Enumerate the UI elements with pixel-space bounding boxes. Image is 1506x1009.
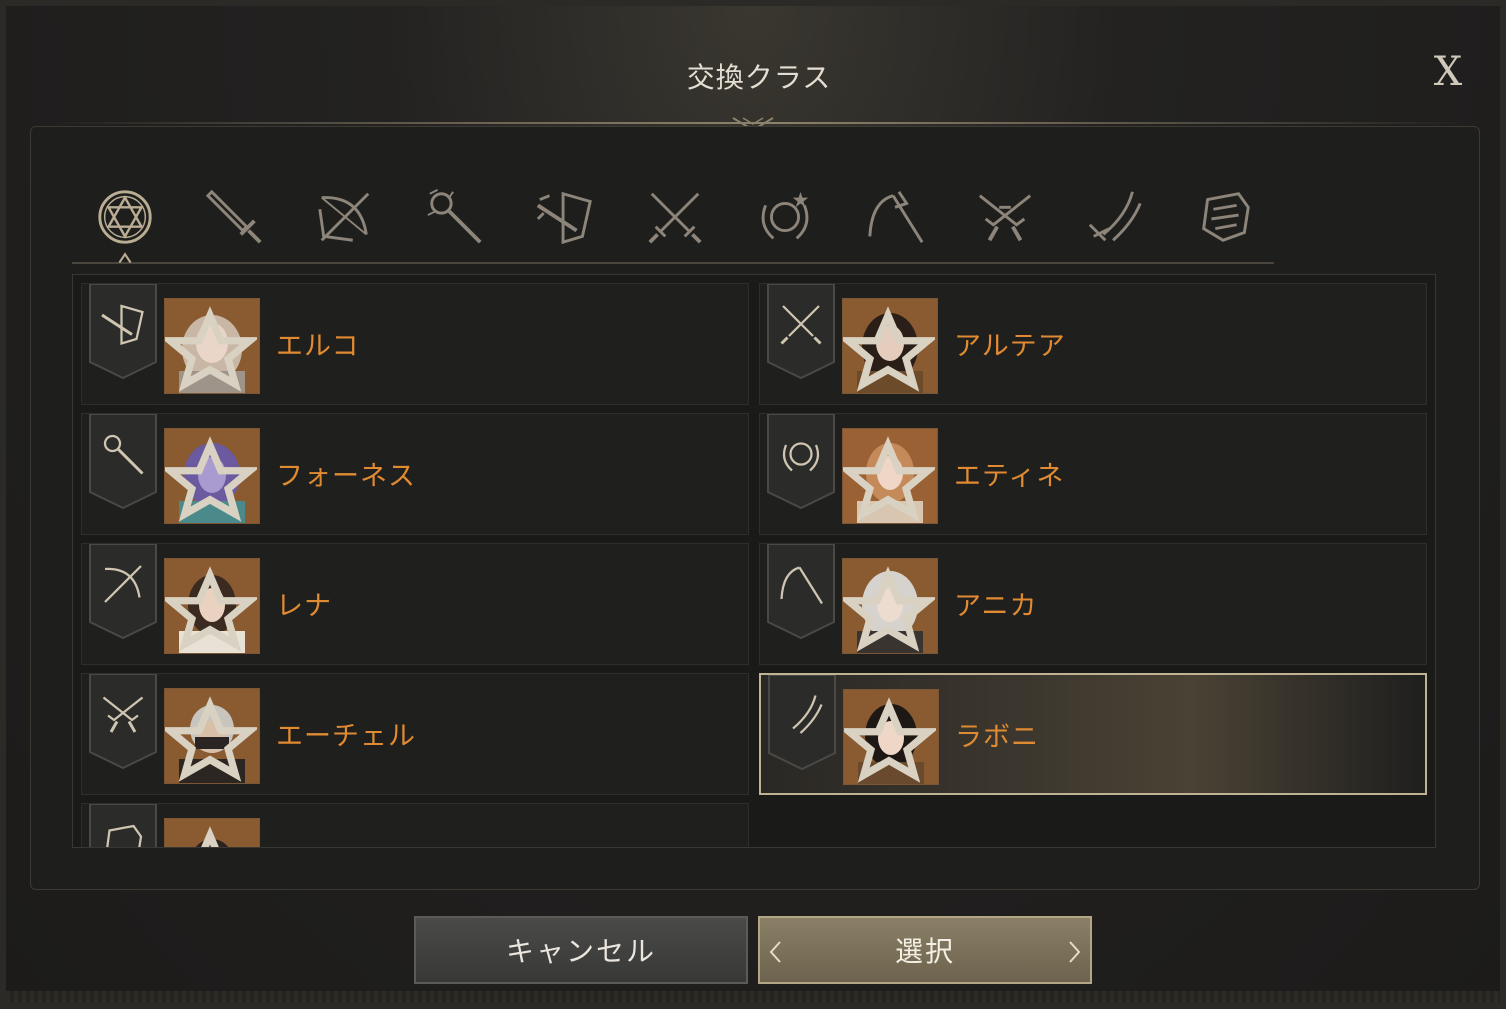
list-item-character[interactable]: レナ [81,543,749,665]
list-item-character[interactable]: エルコ [81,283,749,405]
tab-daggers[interactable] [640,182,710,252]
hexagram-icon [98,190,152,244]
character-portrait [843,689,939,785]
select-button-label: 選択 [894,935,955,968]
class-badge [88,804,158,847]
tab-staff[interactable] [420,182,490,252]
star-icon [165,566,257,652]
class-badge [767,675,837,771]
list-item-character[interactable]: フォーネス [81,413,749,535]
sword-icon [205,189,262,244]
list-item-character[interactable]: アルテア [759,283,1427,405]
tab-scythe[interactable] [860,182,930,252]
shield-weapon-icon [101,304,144,346]
tab-orb[interactable] [750,182,820,252]
character-portrait [842,298,938,394]
class-badge [766,544,836,640]
crossed-daggers-icon [780,305,822,345]
right-ornament-icon [1069,941,1081,963]
scythe-icon [780,566,823,605]
character-name: エティネ [954,461,1065,492]
character-name: アニカ [954,591,1038,622]
tab-claw-blade[interactable] [1080,182,1150,252]
character-portrait [164,688,260,784]
class-badge [766,284,836,380]
crossed-daggers-icon [648,192,702,244]
character-portrait [164,428,260,524]
staff-icon [103,434,144,475]
star-icon [165,696,257,782]
character-name: レナ [276,591,332,622]
character-name: エーチェル [276,721,416,752]
list-item-character[interactable]: アニカ [759,543,1427,665]
list-item-character[interactable] [81,803,749,847]
tab-pistols[interactable] [970,182,1040,252]
scythe-icon [868,191,924,243]
class-badge [88,414,158,510]
orb-icon [782,442,820,472]
claw-blade-icon [1088,191,1142,242]
class-badge [88,544,158,640]
character-portrait [164,298,260,394]
claw-blade-icon [792,695,823,734]
star-icon [165,306,257,392]
star-icon [843,436,935,522]
character-portrait [164,558,260,654]
gauntlet-icon [106,824,143,847]
exchange-class-dialog: 交換クラス X エルコ アルテア フォーネス エティネ レナ アニカ エーチェル… [0,0,1506,1009]
character-name: フォーネス [276,461,416,492]
left-ornament-icon [769,941,781,963]
shield-weapon-icon [536,191,592,245]
character-list[interactable]: エルコ アルテア フォーネス エティネ レナ アニカ エーチェル ラボニ [72,274,1436,848]
tab-bow[interactable] [310,182,380,252]
crossed-pistols-icon [102,696,144,733]
crossed-pistols-icon [978,194,1032,242]
star-icon [843,306,935,392]
orb-icon [761,191,809,240]
star-icon [843,566,935,652]
tab-sword[interactable] [200,182,270,252]
bow-icon [318,192,370,242]
cancel-button[interactable]: キャンセル [414,916,748,984]
star-icon [844,697,936,783]
bow-icon [104,565,142,603]
star-icon [201,826,219,847]
character-name: エルコ [276,331,360,362]
close-icon[interactable]: X [1426,50,1470,94]
selected-tab-marker-icon [118,252,132,264]
character-portrait [164,818,260,847]
staff-icon [427,189,482,244]
character-portrait [842,428,938,524]
list-item-character-selected[interactable]: ラボニ [759,673,1427,795]
class-badge [766,414,836,510]
character-portrait [842,558,938,654]
character-name: アルテア [954,331,1066,362]
star-icon [165,436,257,522]
tab-gauntlet[interactable] [1190,182,1260,252]
gauntlet-icon [1202,192,1250,242]
class-badge [88,284,158,380]
list-item-character[interactable]: エティネ [759,413,1427,535]
class-filter-tabs [72,176,1274,264]
tab-all[interactable] [90,182,160,264]
tab-shield-weapon[interactable] [530,182,600,252]
list-item-character[interactable]: エーチェル [81,673,749,795]
character-name: ラボニ [955,722,1039,753]
dialog-title: 交換クラス [686,61,832,94]
class-badge [88,674,158,770]
cancel-button-label: キャンセル [505,935,656,968]
select-button[interactable]: 選択 [758,916,1092,984]
